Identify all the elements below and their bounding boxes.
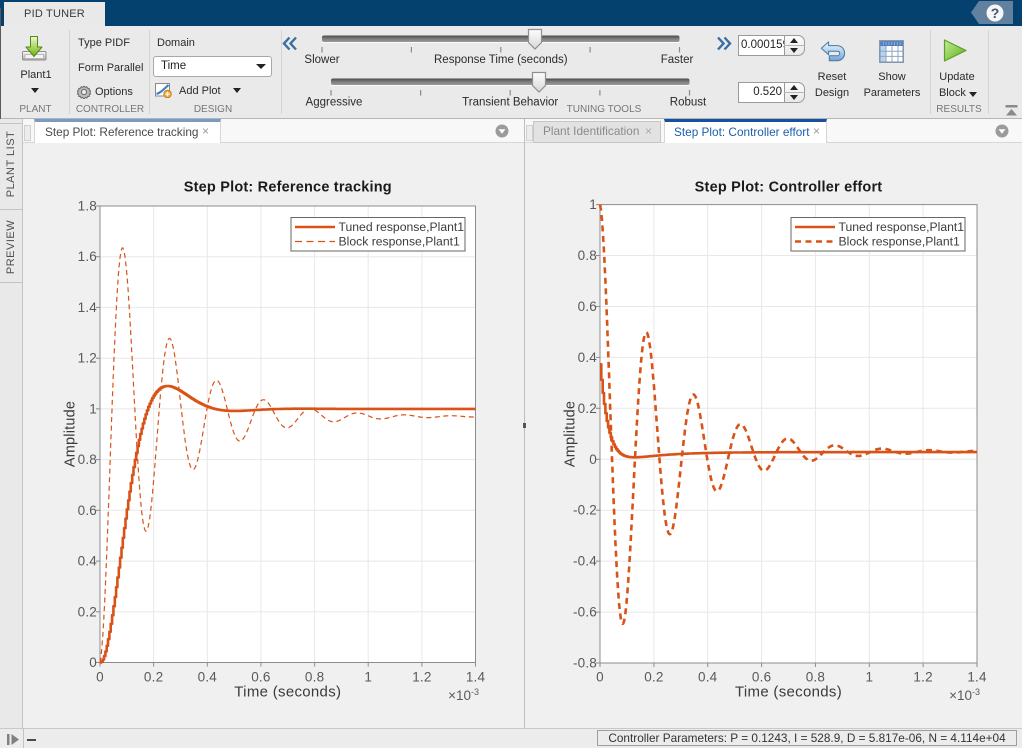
svg-text:Time (seconds): Time (seconds) [234,684,341,701]
svg-text:Amplitude: Amplitude [63,401,79,467]
svg-text:Transient Behavior: Transient Behavior [462,97,558,109]
svg-text:0.8: 0.8 [305,670,324,685]
svg-text:×10-3: ×10-3 [949,687,980,703]
svg-text:0.2: 0.2 [78,604,97,619]
svg-text:Tuned response,Plant1: Tuned response,Plant1 [339,220,465,234]
svg-text:0.2: 0.2 [144,670,163,685]
svg-text:1.4: 1.4 [78,300,98,315]
svg-text:Amplitude: Amplitude [563,401,579,467]
svg-text:Time (seconds): Time (seconds) [735,684,842,701]
svg-text:0.6: 0.6 [78,503,97,518]
svg-text:1.8: 1.8 [78,199,97,214]
svg-text:-0.4: -0.4 [573,554,597,569]
svg-text:1.4: 1.4 [466,670,486,685]
svg-text:-0.6: -0.6 [573,605,597,620]
svg-text:Aggressive: Aggressive [306,97,363,109]
svg-text:0.6: 0.6 [578,299,597,314]
svg-text:0.2: 0.2 [644,670,663,685]
svg-text:0: 0 [589,452,597,467]
svg-text:1.2: 1.2 [78,351,97,366]
svg-text:Block response,Plant1: Block response,Plant1 [839,235,960,249]
svg-text:0.6: 0.6 [752,670,771,685]
svg-text:0.4: 0.4 [578,350,598,365]
svg-text:Tuned response,Plant1: Tuned response,Plant1 [839,220,965,234]
svg-text:Robust: Robust [670,97,707,109]
svg-text:1: 1 [89,401,97,416]
svg-text:×10-3: ×10-3 [448,687,479,703]
svg-text:Slower: Slower [304,54,339,66]
svg-text:Block response,Plant1: Block response,Plant1 [339,235,460,249]
svg-text:1.6: 1.6 [78,249,97,264]
svg-text:Step Plot: Reference tracking: Step Plot: Reference tracking [184,180,392,196]
svg-text:-0.2: -0.2 [573,503,597,518]
svg-text:0: 0 [596,670,604,685]
svg-text:0.8: 0.8 [578,248,597,263]
svg-text:1.2: 1.2 [913,670,932,685]
svg-text:1: 1 [589,197,597,212]
svg-text:0.4: 0.4 [698,670,718,685]
svg-text:Step Plot: Controller effort: Step Plot: Controller effort [695,180,883,196]
svg-text:Response Time (seconds): Response Time (seconds) [434,54,568,66]
svg-text:0.2: 0.2 [578,401,597,416]
svg-text:1: 1 [364,670,372,685]
svg-text:1.2: 1.2 [412,670,431,685]
svg-text:0.8: 0.8 [806,670,825,685]
svg-text:0: 0 [89,655,97,670]
svg-text:1.4: 1.4 [967,670,987,685]
svg-text:-0.8: -0.8 [573,656,597,671]
svg-text:0.4: 0.4 [78,554,98,569]
svg-text:Faster: Faster [661,54,694,66]
svg-text:?: ? [991,5,1000,21]
svg-text:0.8: 0.8 [78,452,97,467]
svg-text:0.4: 0.4 [198,670,218,685]
svg-text:1: 1 [865,670,873,685]
svg-text:0: 0 [96,670,104,685]
svg-text:0.6: 0.6 [251,670,270,685]
